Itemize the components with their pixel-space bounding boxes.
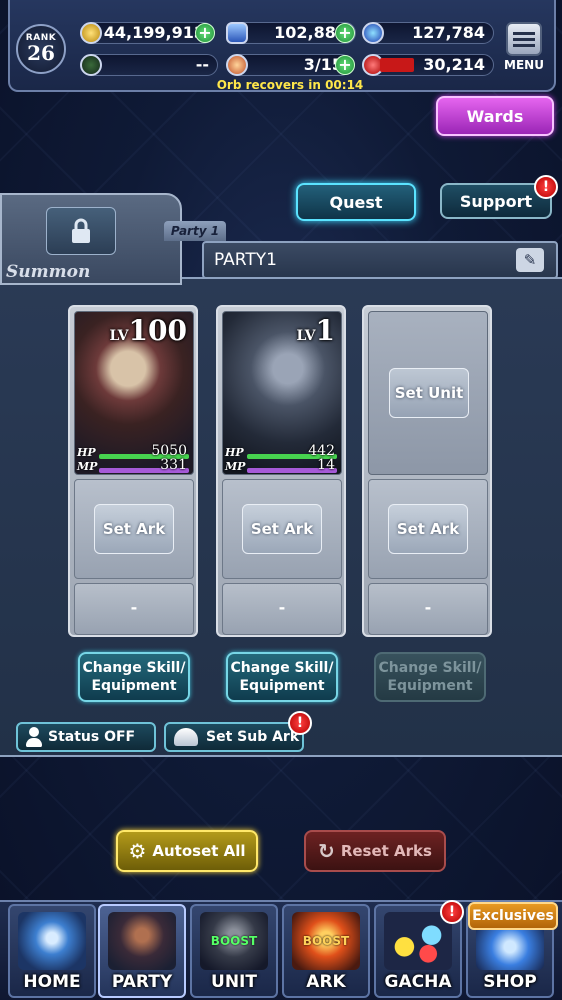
status-toggle-button[interactable]: Status OFF: [16, 722, 156, 752]
change-skill-button-1[interactable]: Change Skill/ Equipment: [78, 652, 190, 702]
change-skill-button-3: Change Skill/ Equipment: [374, 652, 486, 702]
sub-ark-slot-1[interactable]: -: [74, 583, 194, 635]
quest-button[interactable]: Quest: [296, 183, 416, 221]
summon-slot[interactable]: [46, 207, 116, 255]
menu-button[interactable]: MENU: [502, 22, 546, 78]
nav-shop-label: SHOP: [483, 972, 537, 992]
nav-home[interactable]: HOME: [8, 904, 96, 998]
unit-boost-badge: BOOST: [210, 934, 258, 948]
change-skill-label: Change Skill/: [230, 660, 334, 676]
ark-dome-icon: [174, 728, 198, 746]
unit-card-2: LV1 HP 442 MP 14 Set Ark -: [216, 305, 346, 637]
set-ark-button-1[interactable]: Set Ark: [94, 504, 174, 554]
unit-level-2: LV1: [296, 314, 335, 347]
status-label: Status OFF: [48, 729, 136, 745]
party-characters-icon: [108, 912, 176, 970]
guild-value: --: [195, 55, 209, 74]
unit-portrait-empty: Set Unit: [368, 311, 488, 475]
lock-icon: [72, 218, 90, 243]
change-skill-button-2[interactable]: Change Skill/ Equipment: [226, 652, 338, 702]
rank-value: 26: [27, 41, 55, 65]
nav-party-label: PARTY: [111, 972, 173, 992]
gold-value: 44,199,913: [103, 23, 205, 42]
nav-unit[interactable]: BOOST UNIT: [190, 904, 278, 998]
change-skill-label: Change Skill/: [378, 660, 482, 676]
guild-counter: --: [82, 54, 218, 76]
sub-ark-slot-2[interactable]: -: [222, 583, 342, 635]
gold-plus-button[interactable]: +: [195, 23, 215, 43]
autoset-all-button[interactable]: ⚙ Autoset All: [116, 830, 258, 872]
person-icon: [26, 727, 42, 747]
red-currency-bar: [380, 58, 414, 72]
blue-orb-icon: [362, 22, 384, 44]
gear-icon: ⚙: [128, 839, 147, 863]
ark-slot-3: Set Ark: [368, 479, 488, 579]
ark-slot-1: Set Ark: [74, 479, 194, 579]
gold-coin-icon: [80, 22, 102, 44]
nav-unit-label: UNIT: [211, 972, 257, 992]
autoset-label: Autoset All: [152, 842, 246, 860]
reset-label: Reset Arks: [340, 842, 432, 860]
nav-party[interactable]: PARTY: [98, 904, 186, 998]
orb-recover-timer: Orb recovers in 00:14: [216, 78, 364, 92]
equipment-label: Equipment: [387, 678, 473, 694]
set-sub-ark-label: Set Sub Ark: [206, 729, 300, 745]
hamburger-icon: [506, 22, 542, 56]
set-ark-button-3[interactable]: Set Ark: [388, 504, 468, 554]
party-name: PARTY1: [202, 241, 558, 279]
menu-label: MENU: [504, 58, 544, 72]
support-alert-icon: !: [534, 175, 558, 199]
crystal-plus-button[interactable]: +: [335, 23, 355, 43]
gacha-orbs-icon: [384, 912, 452, 970]
gacha-alert-icon: !: [440, 900, 464, 924]
blue-orb-value: 127,784: [412, 23, 485, 42]
mp-bar: MP 14: [225, 457, 337, 473]
equipment-label: Equipment: [91, 678, 177, 694]
unit-level-1: LV100: [109, 314, 188, 347]
ark-boost-badge: BOOST: [302, 934, 350, 948]
sub-ark-slot-3[interactable]: -: [368, 583, 488, 635]
red-currency-value: 30,214: [423, 55, 485, 74]
set-sub-ark-button[interactable]: Set Sub Ark: [164, 722, 304, 752]
rank-badge: RANK 26: [16, 24, 66, 74]
crystal-icon: [226, 22, 248, 44]
unit-portrait-2[interactable]: LV1 HP 442 MP 14: [222, 311, 342, 475]
stamina-orb-icon: [226, 54, 248, 76]
unit-card-3: Set Unit Set Ark -: [362, 305, 492, 637]
nav-ark-label: ARK: [306, 972, 346, 992]
unit-portrait-1[interactable]: LV100 HP 5050 MP 331: [74, 311, 194, 475]
unit-card-1: LV100 HP 5050 MP 331 Set Ark -: [68, 305, 198, 637]
set-ark-button-2[interactable]: Set Ark: [242, 504, 322, 554]
summon-label: Summon: [6, 262, 91, 282]
ark-slot-2: Set Ark: [222, 479, 342, 579]
exclusives-badge: Exclusives: [468, 902, 558, 930]
equipment-label: Equipment: [239, 678, 325, 694]
mp-bar: MP 331: [77, 457, 189, 473]
nav-home-label: HOME: [23, 972, 81, 992]
set-unit-button[interactable]: Set Unit: [389, 368, 469, 418]
nav-ark[interactable]: BOOST ARK: [282, 904, 370, 998]
edit-name-icon[interactable]: ✎: [516, 248, 544, 272]
home-crest-icon: [18, 912, 86, 970]
stamina-plus-button[interactable]: +: [335, 55, 355, 75]
compass-icon: [80, 54, 102, 76]
tab-party-1[interactable]: Party 1: [164, 221, 226, 241]
reset-arks-button: ↻ Reset Arks: [304, 830, 446, 872]
change-skill-label: Change Skill/: [82, 660, 186, 676]
nav-gacha-label: GACHA: [384, 972, 452, 992]
wards-button[interactable]: Wards: [436, 96, 554, 136]
reset-icon: ↻: [318, 839, 335, 863]
sub-ark-alert-icon: !: [288, 711, 312, 735]
